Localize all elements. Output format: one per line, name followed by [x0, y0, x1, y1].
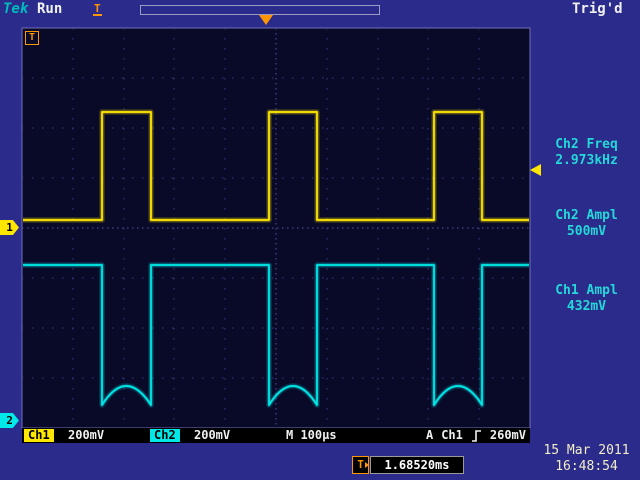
measurement-ch2-ampl: Ch2 Ampl 500mV: [535, 208, 638, 240]
delay-time-readout: 1.68520ms: [370, 456, 464, 474]
datetime-readout: 15 Mar 2011 16:48:54: [535, 443, 638, 475]
ch1-channel-tag: Ch1: [24, 429, 54, 442]
status-bar: Ch1 200mV Ch2 200mV M 100µs A Ch1 260mV: [22, 428, 530, 443]
acquisition-status: Run: [37, 1, 62, 17]
header-trigger-t-icon: T: [93, 3, 102, 16]
date-readout: 15 Mar 2011: [535, 443, 638, 459]
delay-t-icon: T: [352, 456, 369, 474]
measurement-ch2-freq: Ch2 Freq 2.973kHz: [535, 137, 638, 169]
delay-arrow-icon: [365, 462, 369, 468]
timebase-readout: M 100µs: [286, 429, 337, 442]
measurement-value: 2.973kHz: [535, 153, 638, 169]
trigger-level: 260mV: [490, 429, 526, 442]
scope-display: [0, 0, 640, 480]
ch2-channel-tag: Ch2: [150, 429, 180, 442]
measurement-label: Ch2 Ampl: [535, 208, 638, 224]
measurement-label: Ch2 Freq: [535, 137, 638, 153]
measurement-ch1-ampl: Ch1 Ampl 432mV: [535, 283, 638, 315]
rising-edge-icon: [471, 429, 482, 442]
time-readout: 16:48:54: [535, 459, 638, 475]
ch2-volts-per-div: 200mV: [194, 429, 230, 442]
delay-t-label: T: [357, 458, 364, 471]
trigger-status: Trig'd: [572, 1, 623, 17]
trigger-position-arrow-icon: [259, 15, 273, 25]
record-view-bar: [140, 5, 380, 15]
ch1-volts-per-div: 200mV: [68, 429, 104, 442]
trigger-prefix: A: [426, 429, 433, 442]
trigger-t-marker: T: [25, 31, 39, 45]
measurement-value: 432mV: [535, 299, 638, 315]
trigger-readout: A Ch1 260mV: [426, 429, 526, 442]
tek-logo: Tek: [3, 1, 28, 17]
measurement-label: Ch1 Ampl: [535, 283, 638, 299]
measurement-value: 500mV: [535, 224, 638, 240]
trigger-source: Ch1: [441, 429, 463, 442]
